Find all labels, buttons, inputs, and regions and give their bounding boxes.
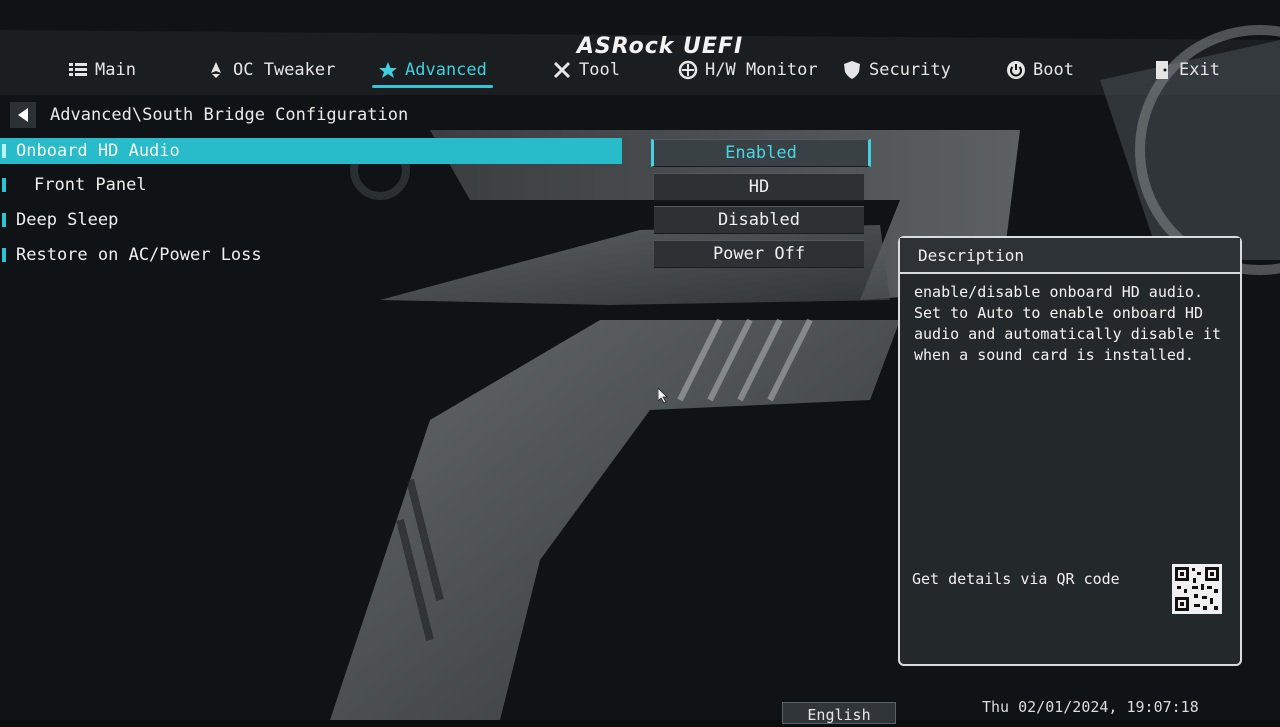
star-icon [378,60,398,80]
exit-icon [1152,60,1172,80]
value-restore-on-ac-power-loss[interactable]: Power Off [654,240,864,268]
tab-label: Tool [579,60,620,80]
mouse-cursor-icon [658,388,668,404]
wrench-icon [552,60,572,80]
setting-restore-on-ac-power-loss[interactable]: Restore on AC/Power Loss [0,242,622,268]
setting-onboard-hd-audio[interactable]: Onboard HD Audio [0,138,622,164]
tab-label: Advanced [405,60,487,80]
monitor-icon [678,60,698,80]
tab-advanced[interactable]: Advanced [372,60,493,88]
active-tab-indicator [372,85,493,88]
tab-hw-monitor[interactable]: H/W Monitor [678,60,818,80]
tab-tool[interactable]: Tool [552,60,620,80]
tab-label: Boot [1033,60,1074,80]
tab-label: H/W Monitor [705,60,818,80]
qr-code-icon [1172,564,1222,614]
rocket-icon [206,60,226,80]
date-time: Thu 02/01/2024, 19:07:18 [982,698,1199,716]
tab-label: Main [95,60,136,80]
setting-front-panel[interactable]: Front Panel [0,172,622,198]
setting-deep-sleep[interactable]: Deep Sleep [0,207,622,233]
arrow-left-icon [18,108,28,122]
tab-security[interactable]: Security [842,60,951,80]
tab-oc-tweaker[interactable]: OC Tweaker [206,60,335,80]
row-marker [2,178,6,192]
list-icon [68,60,88,80]
top-navigation: Main OC Tweaker Advanced Tool H/W Monito… [0,60,1280,96]
tab-label: Exit [1179,60,1220,80]
breadcrumb-path: Advanced\South Bridge Configuration [50,105,409,125]
description-title: Description [900,238,1240,274]
shield-icon [842,60,862,80]
row-marker [2,213,6,227]
power-icon [1006,60,1026,80]
setting-label: Deep Sleep [16,210,119,230]
tab-label: Security [869,60,951,80]
row-marker [2,144,6,158]
tab-boot[interactable]: Boot [1006,60,1074,80]
value-onboard-hd-audio[interactable]: Enabled [651,139,871,167]
breadcrumb: Advanced\South Bridge Configuration [10,102,408,128]
description-panel: Description enable/disable onboard HD au… [898,236,1242,666]
tab-main[interactable]: Main [68,60,136,80]
setting-label: Restore on AC/Power Loss [16,245,262,265]
setting-label: Onboard HD Audio [16,141,180,161]
back-button[interactable] [10,102,36,128]
tab-exit[interactable]: Exit [1152,60,1220,80]
qr-label: Get details via QR code [912,570,1120,588]
brand-title: ASRock UEFI [576,34,744,59]
value-front-panel[interactable]: HD [654,173,864,201]
setting-label: Front Panel [34,175,147,195]
tab-label: OC Tweaker [233,60,336,80]
row-marker [2,248,6,262]
description-text: enable/disable onboard HD audio. Set to … [914,283,1222,364]
language-button[interactable]: English [782,702,896,724]
value-deep-sleep[interactable]: Disabled [654,206,864,234]
